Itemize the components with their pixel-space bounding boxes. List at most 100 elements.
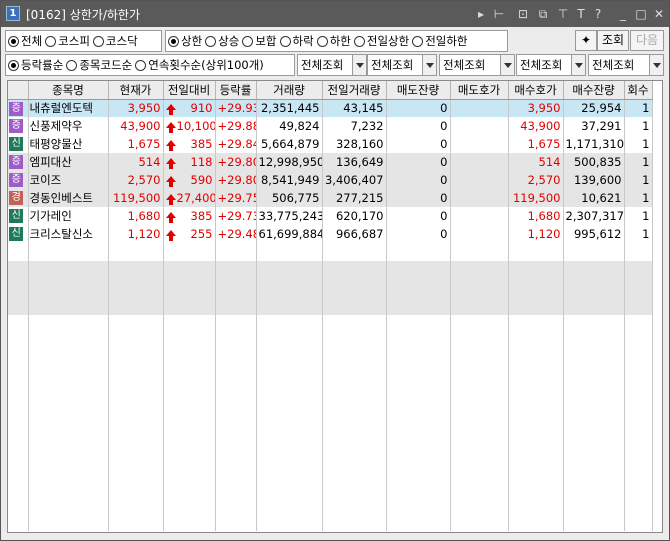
prev-volume: 3,406,407 [322, 171, 387, 189]
table-row[interactable]: 증 엠피대산 514 118 +29.80 12,998,950 136,649 0 514 50… [8, 153, 653, 171]
filter-select-3[interactable]: 전체조회 [516, 54, 586, 76]
empty-cell [450, 441, 509, 459]
market-radio-1[interactable]: 코스피 [45, 33, 90, 49]
font-icon[interactable]: T [573, 6, 589, 22]
sort-radio-2[interactable]: 연속횟수순(상위100개) [135, 57, 264, 73]
help-icon[interactable]: ? [590, 6, 606, 22]
up-arrow-icon [165, 176, 176, 187]
empty-cell [8, 279, 29, 297]
ask-price [450, 99, 509, 117]
table-row[interactable]: 경 경동인베스트 119,500 27,400 +29.75 506,775 277,215… [8, 189, 653, 207]
column-header[interactable]: 매수호가 [508, 81, 564, 100]
restore-icon[interactable]: ⧉ [535, 6, 551, 22]
empty-cell [8, 261, 29, 279]
current-price: 43,900 [108, 117, 164, 135]
change-rate: +29.84 [215, 135, 257, 153]
next-button[interactable]: 다음 [630, 30, 664, 51]
column-header[interactable]: 전일대비 [163, 81, 216, 100]
table-row[interactable]: 증 내츄럴엔도텍 3,950 910 +29.93 2,351,445 43,145 0 3,9… [8, 99, 653, 117]
pin-icon[interactable]: ⊢ [491, 6, 507, 22]
filter-select-1[interactable]: 전체조회 [367, 54, 437, 76]
column-header[interactable]: 매도잔량 [386, 81, 451, 100]
table-row[interactable]: 신 기가레인 1,680 385 +29.73 33,775,243 620,170 0 1,6… [8, 207, 653, 225]
type-radio-0[interactable]: 상한 [168, 33, 202, 49]
empty-cell [563, 495, 625, 513]
bid-price: 2,570 [508, 171, 564, 189]
column-header[interactable]: 현재가 [108, 81, 164, 100]
empty-cell [508, 333, 564, 351]
type-radio-4[interactable]: 하한 [316, 33, 351, 49]
empty-row [8, 477, 653, 495]
stock-name: 엠피대산 [28, 153, 109, 171]
column-header[interactable]: 등락률 [215, 81, 257, 100]
ask-price [450, 225, 509, 243]
ask-price [450, 189, 509, 207]
ask-price [450, 171, 509, 189]
title-bar: 1 [0162] 상한가/하한가 ▸ ⊢ ⊡ ⧉ ⊤ T ? _ □ ✕ [1, 1, 669, 27]
radio-dot [45, 35, 57, 47]
table-row[interactable]: 신 크리스탈신소 1,120 255 +29.48 61,699,884 966,687 0 1… [8, 225, 653, 243]
empty-cell [386, 261, 451, 279]
type-radio-1[interactable]: 상승 [205, 33, 239, 49]
copy-icon[interactable]: ⊡ [515, 6, 531, 22]
column-header[interactable]: 매수잔량 [563, 81, 625, 100]
filter-select-2[interactable]: 전체조회 [439, 54, 515, 76]
type-radio-6[interactable]: 전일하한 [412, 33, 468, 49]
pin2-icon[interactable]: ⊤ [555, 6, 571, 22]
filter-select-4[interactable]: 전체조회 [588, 54, 664, 76]
market-radio-0[interactable]: 전체 [8, 33, 42, 49]
empty-cell [256, 459, 323, 477]
stock-name: 내츄럴엔도텍 [28, 99, 109, 117]
empty-cell [386, 513, 451, 531]
market-badge: 신 [9, 137, 24, 152]
table-row[interactable]: 증 코이즈 2,570 590 +29.80 8,541,949 3,406,407 0 2,5… [8, 171, 653, 189]
empty-cell [256, 261, 323, 279]
column-header[interactable]: 종목명 [28, 81, 109, 100]
market-radio-2[interactable]: 코스닥 [92, 33, 138, 49]
ask-quantity: 0 [386, 189, 451, 207]
sort-radio-0[interactable]: 등락률순 [8, 57, 63, 73]
empty-cell [215, 405, 257, 423]
prev-volume: 43,145 [322, 99, 387, 117]
empty-cell [322, 243, 387, 261]
ask-quantity: 0 [386, 117, 451, 135]
type-radio-2[interactable]: 보합 [242, 33, 277, 49]
column-header[interactable]: 전일거래량 [322, 81, 387, 100]
type-radio-3[interactable]: 하락 [279, 33, 314, 49]
badge-cell: 신 [8, 225, 29, 243]
bid-quantity: 139,600 [563, 171, 625, 189]
empty-cell [108, 423, 164, 441]
column-header[interactable]: 거래량 [256, 81, 323, 100]
window-title: [0162] 상한가/하한가 [26, 8, 141, 22]
select-value: 전체조회 [443, 58, 486, 72]
ask-price [450, 117, 509, 135]
empty-cell [624, 351, 653, 369]
sort-radio-1[interactable]: 종목코드순 [66, 57, 132, 73]
filter-select-0[interactable]: 전체조회 [297, 54, 367, 76]
prev-volume: 7,232 [322, 117, 387, 135]
change-value: 385 [190, 209, 213, 223]
empty-cell [624, 405, 653, 423]
play-icon[interactable]: ▸ [473, 6, 489, 22]
empty-cell [215, 369, 257, 387]
column-header[interactable]: 매도호가 [450, 81, 509, 100]
close-icon[interactable]: ✕ [651, 6, 667, 22]
empty-cell [28, 441, 109, 459]
table-row[interactable]: 신 태평양물산 1,675 385 +29.84 5,664,879 328,160 0 1,6… [8, 135, 653, 153]
type-radio-5[interactable]: 전일상한 [353, 33, 409, 49]
minimize-icon[interactable]: _ [615, 6, 631, 22]
settings-button[interactable]: ✦ [575, 30, 597, 51]
empty-cell [624, 333, 653, 351]
column-header[interactable]: 회수 [624, 81, 653, 100]
empty-cell [322, 405, 387, 423]
query-button[interactable]: 조회 [597, 30, 629, 51]
sparkle-icon: ✦ [580, 33, 592, 47]
table-row[interactable]: 증 신풍제약우 43,900 10,100 +29.88 49,824 7,232 0 43,9… [8, 117, 653, 135]
volume: 61,699,884 [256, 225, 323, 243]
maximize-icon[interactable]: □ [633, 6, 649, 22]
count: 1 [624, 225, 653, 243]
change-cell: 385 [163, 135, 216, 153]
prev-volume: 277,215 [322, 189, 387, 207]
empty-cell [322, 495, 387, 513]
empty-cell [322, 261, 387, 279]
